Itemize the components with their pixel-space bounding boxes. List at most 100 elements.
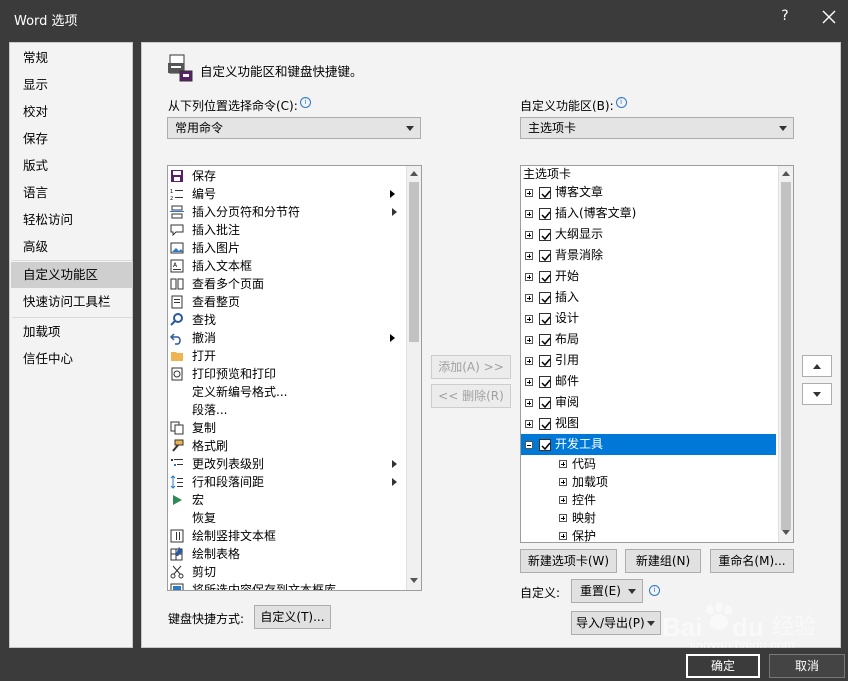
help-button[interactable]: ? — [776, 8, 794, 28]
new-tab-button[interactable]: 新建选项卡(W) — [520, 549, 617, 573]
ribbon-tabs-tree[interactable]: 主选项卡 博客文章 插入(博客文章) 大纲显示 背景消除 开始 插入 设计 布局 引用 邮件 审阅视… — [520, 165, 794, 543]
command-item[interactable]: 插入图片 — [168, 239, 406, 257]
command-item[interactable]: 将所选内容保存到文本框库 — [168, 581, 406, 590]
ribbon-tab-item[interactable]: 开发工具 — [521, 434, 776, 455]
command-item[interactable]: 绘制竖排文本框 — [168, 527, 406, 545]
checkbox[interactable] — [539, 208, 551, 220]
command-item[interactable]: 段落... — [168, 401, 406, 419]
scroll-up-icon[interactable] — [410, 171, 418, 176]
ribbon-tab-item[interactable]: 布局 — [521, 329, 776, 350]
close-button[interactable] — [818, 6, 840, 28]
tree-scrollbar[interactable] — [778, 166, 793, 542]
command-item[interactable]: 查看整页 — [168, 293, 406, 311]
ribbon-tab-item[interactable]: 博客文章 — [521, 182, 776, 203]
checkbox[interactable] — [539, 355, 551, 367]
expand-icon[interactable] — [525, 420, 533, 428]
checkbox[interactable] — [539, 292, 551, 304]
command-item[interactable]: 宏 — [168, 491, 406, 509]
ribbon-tab-item[interactable]: 邮件 — [521, 371, 776, 392]
ribbon-tab-item[interactable]: 插入 — [521, 287, 776, 308]
expand-icon[interactable] — [525, 252, 533, 260]
keyboard-customize-button[interactable]: 自定义(T)... — [254, 605, 331, 629]
checkbox[interactable] — [539, 418, 551, 430]
command-item[interactable]: 撤消 — [168, 329, 406, 347]
checkbox[interactable] — [539, 313, 551, 325]
checkbox[interactable] — [539, 376, 551, 388]
ribbon-tab-item[interactable]: 视图 — [521, 413, 776, 434]
command-item[interactable]: 行和段落间距 — [168, 473, 406, 491]
move-down-button[interactable] — [802, 383, 832, 405]
nav-item-general[interactable]: 常规 — [11, 45, 133, 71]
checkbox[interactable] — [539, 271, 551, 283]
scroll-thumb[interactable] — [409, 182, 419, 342]
ribbon-tab-item[interactable]: 引用 — [521, 350, 776, 371]
expand-icon[interactable] — [525, 315, 533, 323]
expand-icon[interactable] — [525, 378, 533, 386]
ribbon-group-item[interactable]: 控件 — [521, 491, 776, 509]
command-item[interactable]: 打开 — [168, 347, 406, 365]
choose-commands-dropdown[interactable]: 常用命令 — [167, 117, 421, 139]
expand-icon[interactable] — [525, 273, 533, 281]
ribbon-tab-item[interactable]: 大纲显示 — [521, 224, 776, 245]
command-item[interactable]: 复制 — [168, 419, 406, 437]
add-button[interactable]: 添加(A) >> — [431, 355, 511, 379]
remove-button[interactable]: << 删除(R) — [431, 384, 511, 408]
nav-item-customize-ribbon[interactable]: 自定义功能区 — [11, 262, 133, 288]
nav-item-language[interactable]: 语言 — [11, 180, 133, 206]
ribbon-group-item[interactable]: 代码 — [521, 455, 776, 473]
commands-list[interactable]: 保存 1 2 编号 插入分页符和分节符 插入批注 插入图片 A 插入文本框 查看多个页面 查看整页查… — [167, 165, 422, 591]
nav-item-add-ins[interactable]: 加载项 — [11, 319, 133, 345]
command-item[interactable]: 恢复 — [168, 509, 406, 527]
commands-scrollbar[interactable] — [406, 166, 421, 590]
command-item[interactable]: 查看多个页面 — [168, 275, 406, 293]
command-item[interactable]: 定义新编号格式... — [168, 383, 406, 401]
checkbox[interactable] — [539, 229, 551, 241]
checkbox[interactable] — [539, 187, 551, 199]
expand-icon[interactable] — [525, 399, 533, 407]
customize-ribbon-dropdown[interactable]: 主选项卡 — [520, 117, 794, 139]
nav-item-advanced[interactable]: 高级 — [11, 234, 133, 260]
expand-icon[interactable] — [525, 294, 533, 302]
nav-item-accessibility[interactable]: 轻松访问 — [11, 207, 133, 233]
move-up-button[interactable] — [802, 355, 832, 377]
checkbox[interactable] — [539, 397, 551, 409]
command-item[interactable]: 绘制表格 — [168, 545, 406, 563]
ribbon-tab-item[interactable]: 设计 — [521, 308, 776, 329]
ribbon-group-item[interactable]: 加载项 — [521, 473, 776, 491]
command-item[interactable]: 格式刷 — [168, 437, 406, 455]
ribbon-tab-item[interactable]: 审阅 — [521, 392, 776, 413]
nav-item-proofing[interactable]: 校对 — [11, 99, 133, 125]
nav-item-display[interactable]: 显示 — [11, 72, 133, 98]
command-item[interactable]: A 插入文本框 — [168, 257, 406, 275]
ribbon-group-item[interactable]: 映射 — [521, 509, 776, 527]
expand-icon[interactable] — [559, 514, 567, 522]
scroll-down-icon[interactable] — [410, 578, 418, 583]
nav-item-quick-access-toolbar[interactable]: 快速访问工具栏 — [11, 289, 133, 315]
command-item[interactable]: 更改列表级别 — [168, 455, 406, 473]
expand-icon[interactable] — [559, 460, 567, 468]
command-item[interactable]: 剪切 — [168, 563, 406, 581]
nav-item-layout[interactable]: 版式 — [11, 153, 133, 179]
new-group-button[interactable]: 新建组(N) — [625, 549, 701, 573]
import-export-dropdown-button[interactable]: 导入/导出(P) — [571, 611, 661, 635]
scroll-thumb[interactable] — [781, 182, 791, 530]
expand-icon[interactable] — [525, 231, 533, 239]
ok-button[interactable]: 确定 — [686, 654, 760, 678]
expand-icon[interactable] — [559, 478, 567, 486]
collapse-icon[interactable] — [525, 441, 533, 449]
expand-icon[interactable] — [525, 210, 533, 218]
nav-item-trust-center[interactable]: 信任中心 — [11, 346, 133, 372]
expand-icon[interactable] — [559, 532, 567, 540]
nav-item-save[interactable]: 保存 — [11, 126, 133, 152]
checkbox[interactable] — [539, 334, 551, 346]
reset-dropdown-button[interactable]: 重置(E) — [571, 579, 643, 603]
expand-icon[interactable] — [525, 336, 533, 344]
ribbon-tab-item[interactable]: 开始 — [521, 266, 776, 287]
command-item[interactable]: 查找 — [168, 311, 406, 329]
command-item[interactable]: 保存 — [168, 167, 406, 185]
scroll-down-icon[interactable] — [782, 530, 790, 535]
command-item[interactable]: 插入批注 — [168, 221, 406, 239]
ribbon-tab-item[interactable]: 插入(博客文章) — [521, 203, 776, 224]
scroll-up-icon[interactable] — [782, 171, 790, 176]
ribbon-group-item[interactable]: 保护 — [521, 527, 776, 542]
